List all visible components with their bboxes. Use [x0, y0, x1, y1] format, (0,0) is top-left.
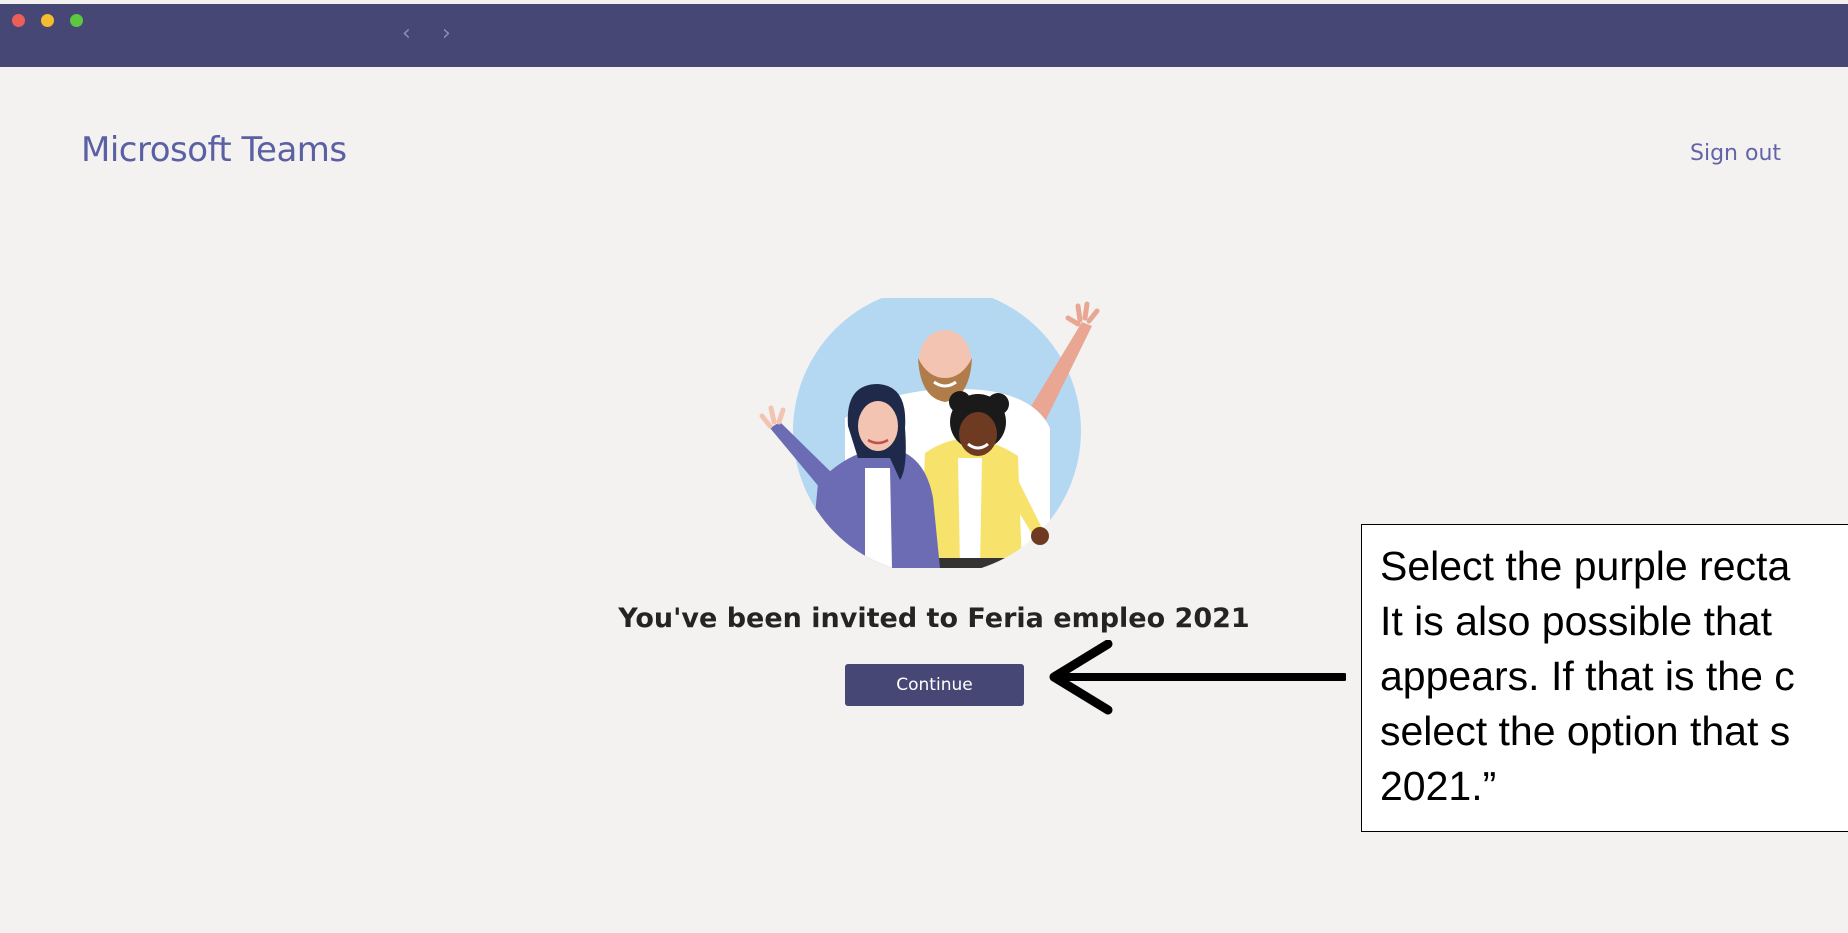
left-arrow-icon — [1049, 640, 1346, 715]
callout-line-4: select the option that s — [1380, 708, 1791, 754]
minimize-window-button[interactable] — [41, 14, 54, 27]
window-titlebar: ‹ › — [0, 4, 1848, 67]
close-window-button[interactable] — [12, 14, 25, 27]
team-people-illustration — [759, 298, 1100, 568]
invite-heading: You've been invited to Feria empleo 2021 — [618, 603, 1250, 634]
maximize-window-button[interactable] — [70, 14, 83, 27]
app-title: Microsoft Teams — [81, 130, 347, 170]
page: ‹ › Microsoft Teams Sign out You've been… — [0, 0, 1848, 933]
sign-out-link[interactable]: Sign out — [1690, 141, 1781, 166]
callout-line-2: It is also possible that — [1380, 598, 1772, 644]
back-arrow-icon[interactable]: ‹ — [402, 22, 411, 46]
instruction-callout: Select the purple recta It is also possi… — [1361, 524, 1848, 832]
callout-line-1: Select the purple recta — [1380, 543, 1791, 589]
forward-arrow-icon[interactable]: › — [442, 22, 451, 46]
continue-button[interactable]: Continue — [845, 664, 1024, 706]
callout-line-3: appears. If that is the c — [1380, 653, 1795, 699]
callout-line-5: 2021.” — [1380, 763, 1497, 809]
